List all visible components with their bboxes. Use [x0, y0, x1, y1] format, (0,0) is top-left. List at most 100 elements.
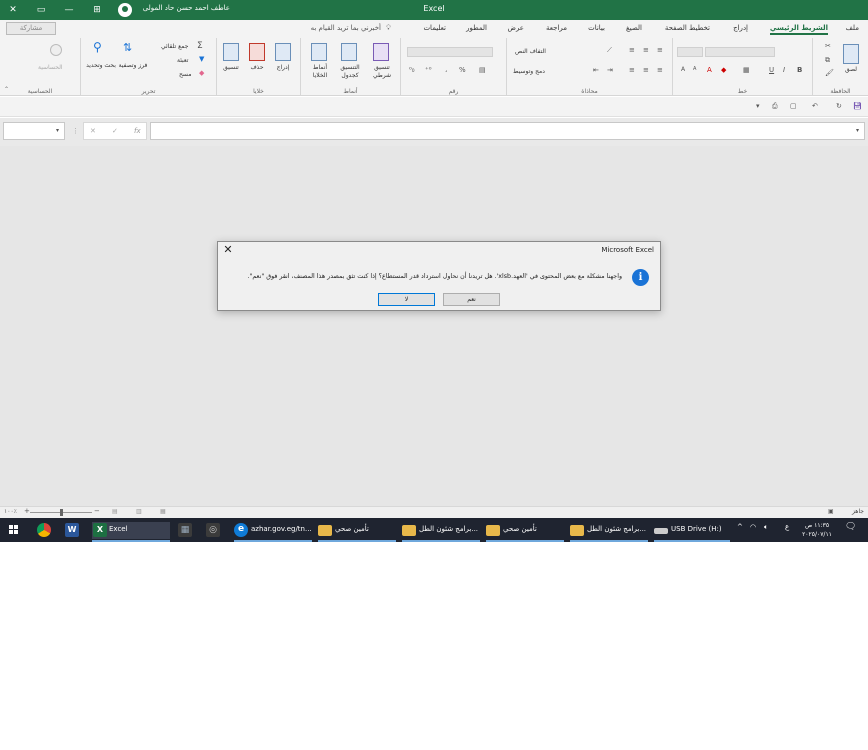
show-hidden-icons-button[interactable]: ^ — [737, 523, 743, 531]
dialog-close-button[interactable]: ✕ — [222, 243, 234, 256]
format-as-table-icon[interactable] — [341, 43, 357, 61]
print-preview-icon[interactable]: ⎙ — [772, 102, 778, 111]
conditional-formatting-button[interactable]: تنسيق شرطي — [367, 64, 397, 80]
normal-view-icon[interactable]: ▦ — [160, 508, 166, 515]
delete-cells-icon[interactable] — [249, 43, 265, 61]
tab-page-layout[interactable]: تخطيط الصفحة — [665, 24, 710, 32]
zoom-slider-thumb[interactable] — [60, 509, 63, 516]
tab-insert[interactable]: إدراج — [733, 24, 748, 32]
customize-qat-icon[interactable]: ▾ — [756, 102, 760, 110]
indent-icon[interactable]: ⇥ — [607, 66, 613, 74]
new-file-icon[interactable]: ▢ — [790, 102, 797, 110]
formula-input[interactable]: ▾ — [150, 122, 865, 140]
format-as-table-button[interactable]: التنسيق كجدول — [335, 64, 365, 80]
expand-formula-icon[interactable]: ▾ — [856, 127, 859, 134]
page-break-view-icon[interactable]: ▤ — [112, 508, 118, 515]
conditional-formatting-icon[interactable] — [373, 43, 389, 61]
sensitivity-button[interactable]: الحساسية — [38, 64, 63, 71]
redo-icon[interactable]: ↻ — [836, 102, 842, 110]
tab-help[interactable]: تعليمات — [423, 24, 446, 32]
sort-filter-icon[interactable]: ⇅ — [123, 41, 132, 54]
taskbar-excel[interactable]: X Excel — [92, 522, 170, 542]
name-box[interactable]: ▾ — [3, 122, 65, 140]
taskbar-folder-2[interactable]: برامج شئون الطل... — [402, 522, 480, 542]
sort-filter-button[interactable]: فرز وتصفية — [115, 62, 151, 70]
cell-styles-button[interactable]: أنماط الخلايا — [305, 64, 335, 80]
paste-label[interactable]: لصق — [839, 66, 863, 73]
italic-button[interactable]: I — [783, 66, 785, 74]
save-icon[interactable]: 💾︎ — [853, 102, 862, 110]
font-size-field[interactable] — [677, 47, 703, 57]
no-button[interactable]: لا — [378, 293, 435, 306]
volume-icon[interactable]: 🔈︎ — [764, 523, 768, 532]
tab-developer[interactable]: المطور — [466, 24, 487, 32]
cancel-edit-button[interactable]: ✕ — [90, 127, 96, 135]
number-format-field[interactable] — [407, 47, 493, 57]
yes-button[interactable]: نعم — [443, 293, 500, 306]
font-grow-button[interactable]: A — [681, 66, 685, 73]
cell-styles-icon[interactable] — [311, 43, 327, 61]
borders-icon[interactable]: ▦ — [743, 66, 750, 74]
paste-icon[interactable] — [843, 44, 859, 64]
page-layout-view-icon[interactable]: ▥ — [136, 508, 142, 515]
taskbar-usb-drive[interactable]: USB Drive (H:) — [654, 522, 730, 542]
increase-decimal-icon[interactable]: ⁺⁰ — [425, 66, 432, 74]
share-button[interactable]: مشاركة — [6, 22, 56, 35]
tab-file[interactable]: ملف — [846, 24, 859, 32]
outdent-icon[interactable]: ⇤ — [593, 66, 599, 74]
font-shrink-button[interactable]: A — [693, 66, 696, 72]
tab-data[interactable]: بيانات — [588, 24, 605, 32]
insert-cells-button[interactable]: إدراج — [271, 64, 295, 71]
align-right-icon[interactable]: ≡ — [657, 66, 663, 74]
align-middle-icon[interactable]: ≡ — [643, 46, 649, 54]
find-select-icon[interactable]: ⚲ — [93, 40, 102, 54]
fill-button[interactable]: تعبئة — [177, 57, 188, 64]
format-painter-icon[interactable]: 🖌︎ — [825, 69, 834, 77]
align-left-icon[interactable]: ≡ — [629, 66, 635, 74]
font-color-button[interactable]: A — [707, 66, 712, 74]
merge-center-button[interactable]: دمج وتوسيط — [513, 68, 545, 75]
windows-start-icon[interactable] — [9, 525, 19, 535]
align-bottom-icon[interactable]: ≡ — [629, 46, 635, 54]
underline-button[interactable]: U — [769, 66, 774, 74]
taskbar-folder-3[interactable]: تأمين صحي — [486, 522, 564, 542]
copy-icon[interactable]: ⧉ — [825, 56, 830, 65]
name-box-dropdown-icon[interactable]: ▾ — [56, 127, 59, 134]
cut-icon[interactable]: ✂ — [825, 42, 831, 50]
clock[interactable]: ١١:٣٥ ص ٢٠٢٥/٠٧/١١ — [802, 521, 832, 539]
zoom-level[interactable]: ١٠٠٪ — [4, 508, 17, 515]
zoom-in-icon[interactable]: + — [24, 507, 30, 515]
find-select-button[interactable]: بحث وتحديد — [83, 62, 119, 70]
decrease-decimal-icon[interactable]: ⁰₀ — [409, 66, 415, 74]
align-top-icon[interactable]: ≡ — [657, 46, 663, 54]
orientation-icon[interactable]: ⟋ — [607, 46, 612, 55]
insert-function-button[interactable]: fx — [134, 127, 141, 135]
tab-view[interactable]: عرض — [507, 24, 524, 32]
tell-me-search[interactable]: أخبرني بما تريد القيام به — [311, 24, 381, 32]
autosum-icon[interactable]: Σ — [197, 41, 203, 51]
insert-cells-icon[interactable] — [275, 43, 291, 61]
clear-button[interactable]: مسح — [179, 71, 191, 78]
fill-icon[interactable]: ▼ — [199, 55, 204, 63]
percent-style-button[interactable]: % — [459, 66, 466, 74]
comma-style-button[interactable]: ، — [445, 66, 447, 74]
accessibility-icon[interactable]: ▣ — [828, 508, 834, 515]
delete-cells-button[interactable]: حذف — [245, 64, 269, 71]
align-center-icon[interactable]: ≡ — [643, 66, 649, 74]
zoom-out-icon[interactable]: − — [94, 507, 100, 515]
taskbar-folder-1[interactable]: تأمين صحي — [318, 522, 396, 542]
taskbar-folder-4[interactable]: برامج شئون الطل... — [570, 522, 648, 542]
autosum-button[interactable]: جمع تلقائي — [161, 43, 188, 50]
network-icon[interactable]: ◠ — [750, 523, 756, 531]
fill-color-icon[interactable]: ◆ — [721, 66, 726, 74]
format-cells-button[interactable]: تنسيق — [219, 64, 243, 71]
tab-review[interactable]: مراجعة — [546, 24, 567, 32]
clear-icon[interactable]: ◆ — [199, 69, 204, 77]
accounting-format-icon[interactable]: ▤ — [479, 66, 486, 74]
tab-formulas[interactable]: الصيغ — [626, 24, 642, 32]
format-cells-icon[interactable] — [223, 43, 239, 61]
input-language-indicator[interactable]: ع — [785, 523, 789, 531]
enter-edit-button[interactable]: ✓ — [112, 127, 118, 135]
notifications-icon[interactable]: 🗨︎ — [845, 522, 856, 532]
undo-icon[interactable]: ↶ — [812, 102, 818, 110]
